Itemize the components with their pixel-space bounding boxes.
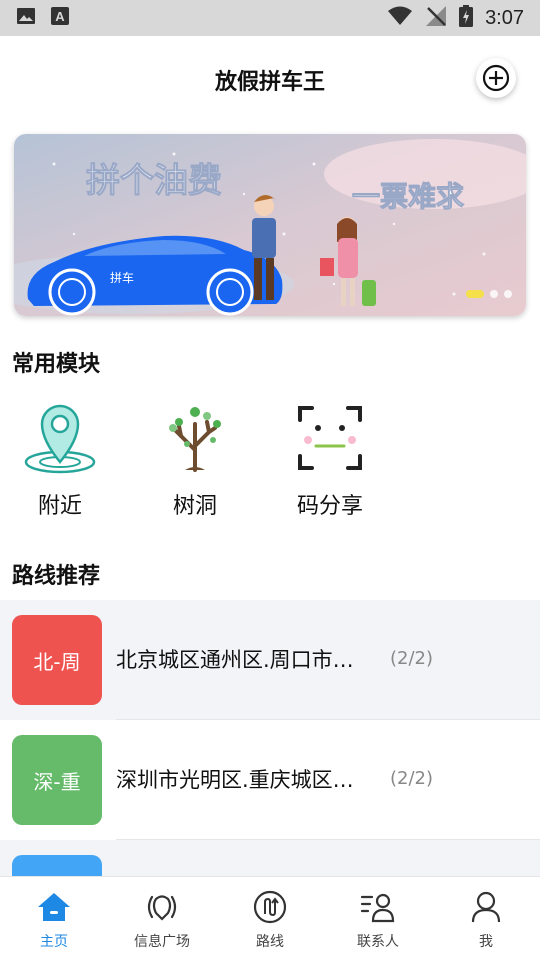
- carousel-dot[interactable]: [490, 290, 498, 298]
- nav-routes[interactable]: 路线: [216, 877, 324, 960]
- module-nearby[interactable]: 附近: [10, 400, 110, 520]
- bottom-nav: 主页 信息广场 路线 联系人 我: [0, 876, 540, 960]
- nav-label: 我: [479, 934, 493, 950]
- route-seat-count: (2/2): [390, 768, 434, 789]
- route-row[interactable]: 深-重 深圳市光明区.重庆城区… (2/2): [0, 720, 540, 840]
- add-button[interactable]: [476, 58, 516, 98]
- route-icon: [252, 889, 288, 925]
- home-icon: [36, 889, 72, 925]
- nav-label: 主页: [40, 934, 68, 950]
- module-code-share[interactable]: 码分享: [280, 400, 380, 520]
- broadcast-icon: [144, 889, 180, 925]
- route-seat-count: (2/2): [390, 648, 434, 669]
- nav-info-square[interactable]: 信息广场: [108, 877, 216, 960]
- status-bar: A 3:07: [0, 0, 540, 36]
- module-label: 树洞: [172, 494, 217, 519]
- modules-grid: 附近 树洞 码分享: [0, 400, 540, 520]
- nav-me[interactable]: 我: [432, 877, 540, 960]
- routes-section-title: 路线推荐: [12, 564, 101, 589]
- profile-icon: [468, 889, 504, 925]
- nav-label: 路线: [256, 934, 284, 950]
- text-app-icon: A: [50, 6, 70, 30]
- route-name: 北京城区通州区.周口市…: [116, 648, 354, 672]
- car-label: 拼车: [110, 270, 134, 285]
- nav-label: 联系人: [357, 934, 399, 950]
- banner-headline-left: 拼个油费: [86, 161, 222, 201]
- wifi-icon: [387, 6, 413, 30]
- battery-charging-icon: [459, 5, 474, 31]
- modules-section-title: 常用模块: [12, 352, 101, 377]
- route-name: 深圳市光明区.重庆城区…: [116, 768, 354, 792]
- route-badge: 北-周: [12, 615, 102, 705]
- location-pin-icon: [20, 400, 100, 476]
- carousel-dot-active[interactable]: [466, 290, 484, 298]
- scan-code-icon: [290, 400, 370, 476]
- clock: 3:07: [485, 6, 524, 29]
- route-row[interactable]: 北-周 北京城区通州区.周口市… (2/2): [0, 600, 540, 720]
- app-header: 放假拼车王: [0, 36, 540, 124]
- gallery-icon: [16, 6, 36, 30]
- nav-label: 信息广场: [134, 934, 190, 950]
- nav-home[interactable]: 主页: [0, 877, 108, 960]
- module-label: 码分享: [296, 494, 363, 519]
- svg-text:A: A: [55, 9, 65, 24]
- banner-headline-right: 一票难求: [352, 180, 464, 213]
- plus-circle-icon: [482, 64, 510, 92]
- no-signal-icon: [425, 5, 447, 31]
- route-badge: 深-重: [12, 735, 102, 825]
- tree-icon: [155, 400, 235, 476]
- module-label: 附近: [37, 494, 82, 519]
- carousel-dot[interactable]: [504, 290, 512, 298]
- contacts-icon: [360, 889, 396, 925]
- module-tree-hole[interactable]: 树洞: [145, 400, 245, 520]
- promo-banner[interactable]: 拼个油费 一票难求 拼车: [14, 134, 526, 316]
- page-title: 放假拼车王: [214, 70, 325, 95]
- nav-contacts[interactable]: 联系人: [324, 877, 432, 960]
